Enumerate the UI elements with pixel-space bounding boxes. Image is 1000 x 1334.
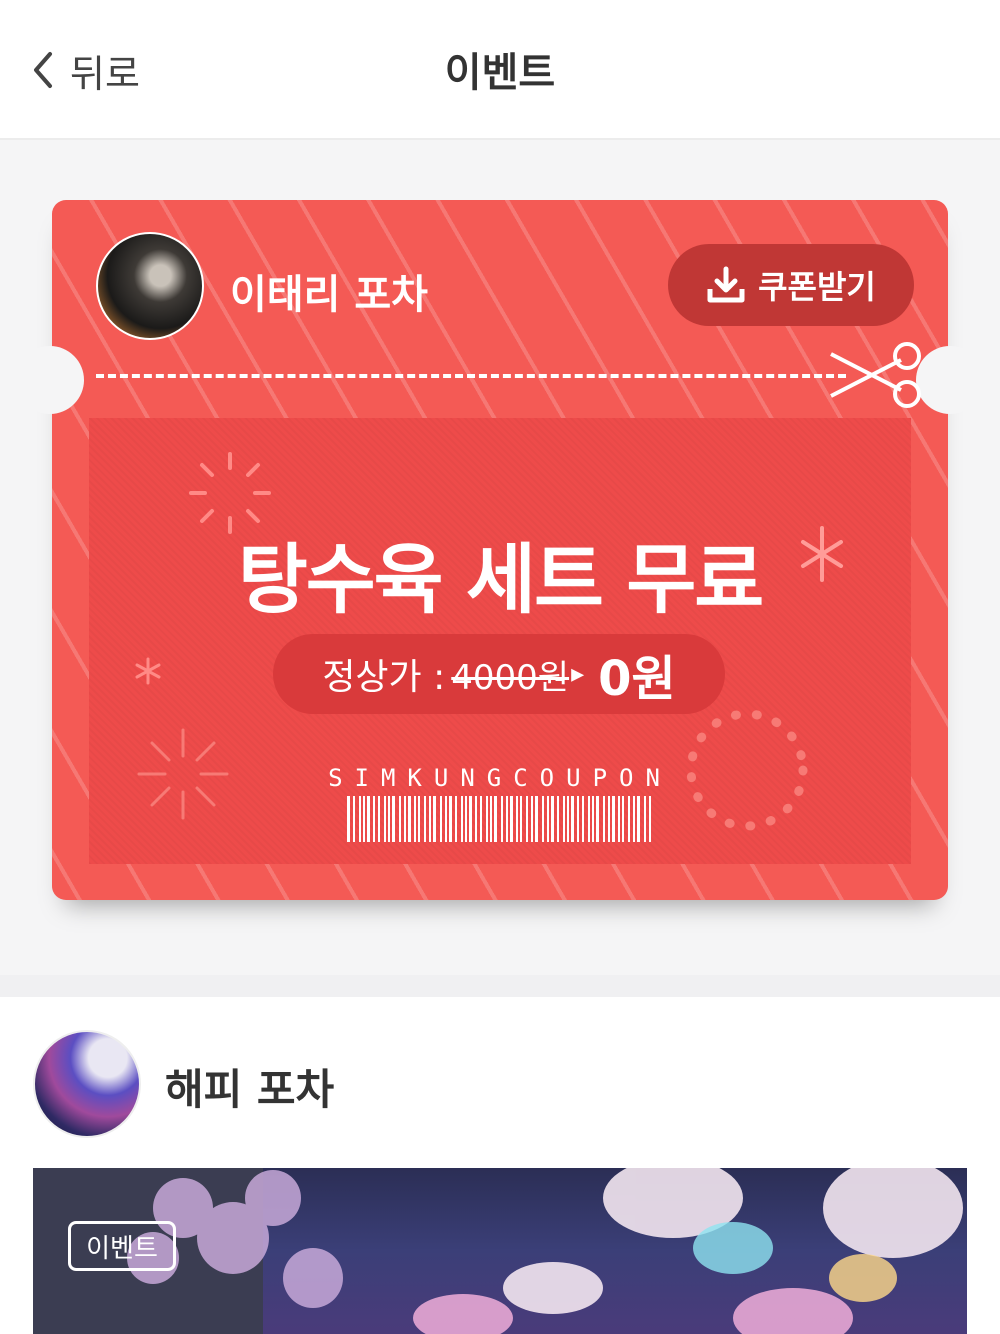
- barcode-bar: [469, 796, 472, 842]
- shop-avatar: [33, 1030, 141, 1138]
- barcode-bar: [637, 796, 640, 842]
- barcode-bar: [563, 796, 565, 842]
- barcode-bar: [347, 796, 350, 842]
- barcode-bar: [378, 796, 380, 842]
- barcode-bar: [433, 796, 436, 842]
- barcode-bar: [445, 796, 447, 842]
- coupon-card: 이태리 포차 쿠폰받기 탕수육 세트 무료 정상가: 4000원 ▸ 0원 S…: [16, 200, 984, 900]
- barcode-bar: [388, 796, 390, 842]
- barcode-bar: [577, 796, 579, 842]
- barcode-bar: [506, 796, 508, 842]
- barcode-bar: [510, 796, 513, 842]
- barcode-bar: [551, 796, 554, 842]
- barcode-bar: [486, 796, 488, 842]
- barcode-text: SIMKUNGCOUPON: [328, 764, 672, 792]
- barcode-bar: [567, 796, 569, 842]
- barcode-bar: [596, 796, 599, 842]
- barcode-bar: [490, 796, 492, 842]
- barcode-bar: [531, 796, 533, 842]
- barcode-bar: [542, 796, 544, 842]
- page-title: 이벤트: [444, 50, 556, 96]
- barcode-bar: [455, 796, 457, 842]
- barcode-bar: [501, 796, 503, 842]
- coupon-notch-right: [916, 346, 984, 414]
- barcode-bar: [571, 796, 574, 842]
- barcode-bar: [424, 796, 426, 842]
- cut-line: [96, 374, 846, 378]
- barcode-bar: [418, 796, 420, 842]
- barcode-bar: [414, 796, 416, 842]
- barcode-bar: [449, 796, 452, 842]
- barcode-bar: [526, 796, 528, 842]
- original-price: 4000원: [451, 657, 570, 698]
- event-photo[interactable]: 이벤트: [33, 1168, 967, 1334]
- barcode-bar: [475, 796, 477, 842]
- barcode-bar: [440, 796, 442, 842]
- sparkle-decoration: [135, 657, 161, 685]
- download-coupon-button[interactable]: 쿠폰받기: [668, 244, 914, 326]
- barcode-bar: [399, 796, 401, 842]
- price-label: 정상가 :: [322, 657, 446, 698]
- barcode-bar: [359, 796, 361, 842]
- barcode-bar: [622, 796, 624, 842]
- scissors-icon: [830, 342, 921, 408]
- barcode-bar: [633, 796, 635, 842]
- coupon-shop-name: 이태리 포차: [230, 272, 428, 318]
- barcode-bar: [392, 796, 395, 842]
- barcode-bar: [408, 796, 411, 842]
- barcode-bar: [588, 796, 590, 842]
- barcode-bar: [649, 796, 651, 842]
- barcode-bar: [520, 796, 522, 842]
- event-shop-name: 해피 포차: [165, 1065, 335, 1114]
- barcode-bar: [547, 796, 549, 842]
- barcode-bar: [612, 796, 615, 842]
- barcode-bar: [461, 796, 463, 842]
- barcode-bar: [429, 796, 431, 842]
- download-icon: [707, 266, 745, 303]
- barcode-bar: [618, 796, 620, 842]
- barcode-bar: [465, 796, 467, 842]
- barcode-bar: [628, 796, 630, 842]
- barcode-bar: [494, 796, 497, 842]
- coupon-notch-left: [16, 346, 84, 414]
- barcode-bar: [603, 796, 605, 842]
- barcode-bar: [535, 796, 538, 842]
- barcode-bar: [644, 796, 646, 842]
- barcode-bar: [373, 796, 375, 842]
- arrow-icon: ▸: [571, 659, 585, 689]
- barcode-bar: [582, 796, 584, 842]
- barcode-bar: [404, 796, 406, 842]
- price-pill: 정상가 : 4000원 ▸ 0원: [273, 634, 725, 714]
- download-coupon-label: 쿠폰받기: [758, 268, 876, 306]
- sale-price: 0원: [598, 651, 676, 707]
- barcode-bar: [367, 796, 370, 842]
- barcode-bar: [557, 796, 559, 842]
- section-divider: [0, 975, 1000, 997]
- barcode-bar: [353, 796, 355, 842]
- barcode-bar: [592, 796, 594, 842]
- top-bar: 뒤로 이벤트: [0, 0, 1000, 140]
- barcode-bar: [480, 796, 482, 842]
- event-badge: 이벤트: [68, 1221, 176, 1271]
- coupon-headline: 탕수육 세트 무료: [237, 535, 764, 624]
- barcode-bar: [363, 796, 365, 842]
- barcode-bar: [384, 796, 386, 842]
- coupon-panel: 탕수육 세트 무료 정상가 : 4000원 ▸ 0원 SIMKUNGCOUPON: [89, 418, 911, 864]
- barcode-bar: [608, 796, 610, 842]
- barcode-bar: [516, 796, 518, 842]
- barcode: [347, 796, 651, 842]
- shop-avatar: [96, 232, 204, 340]
